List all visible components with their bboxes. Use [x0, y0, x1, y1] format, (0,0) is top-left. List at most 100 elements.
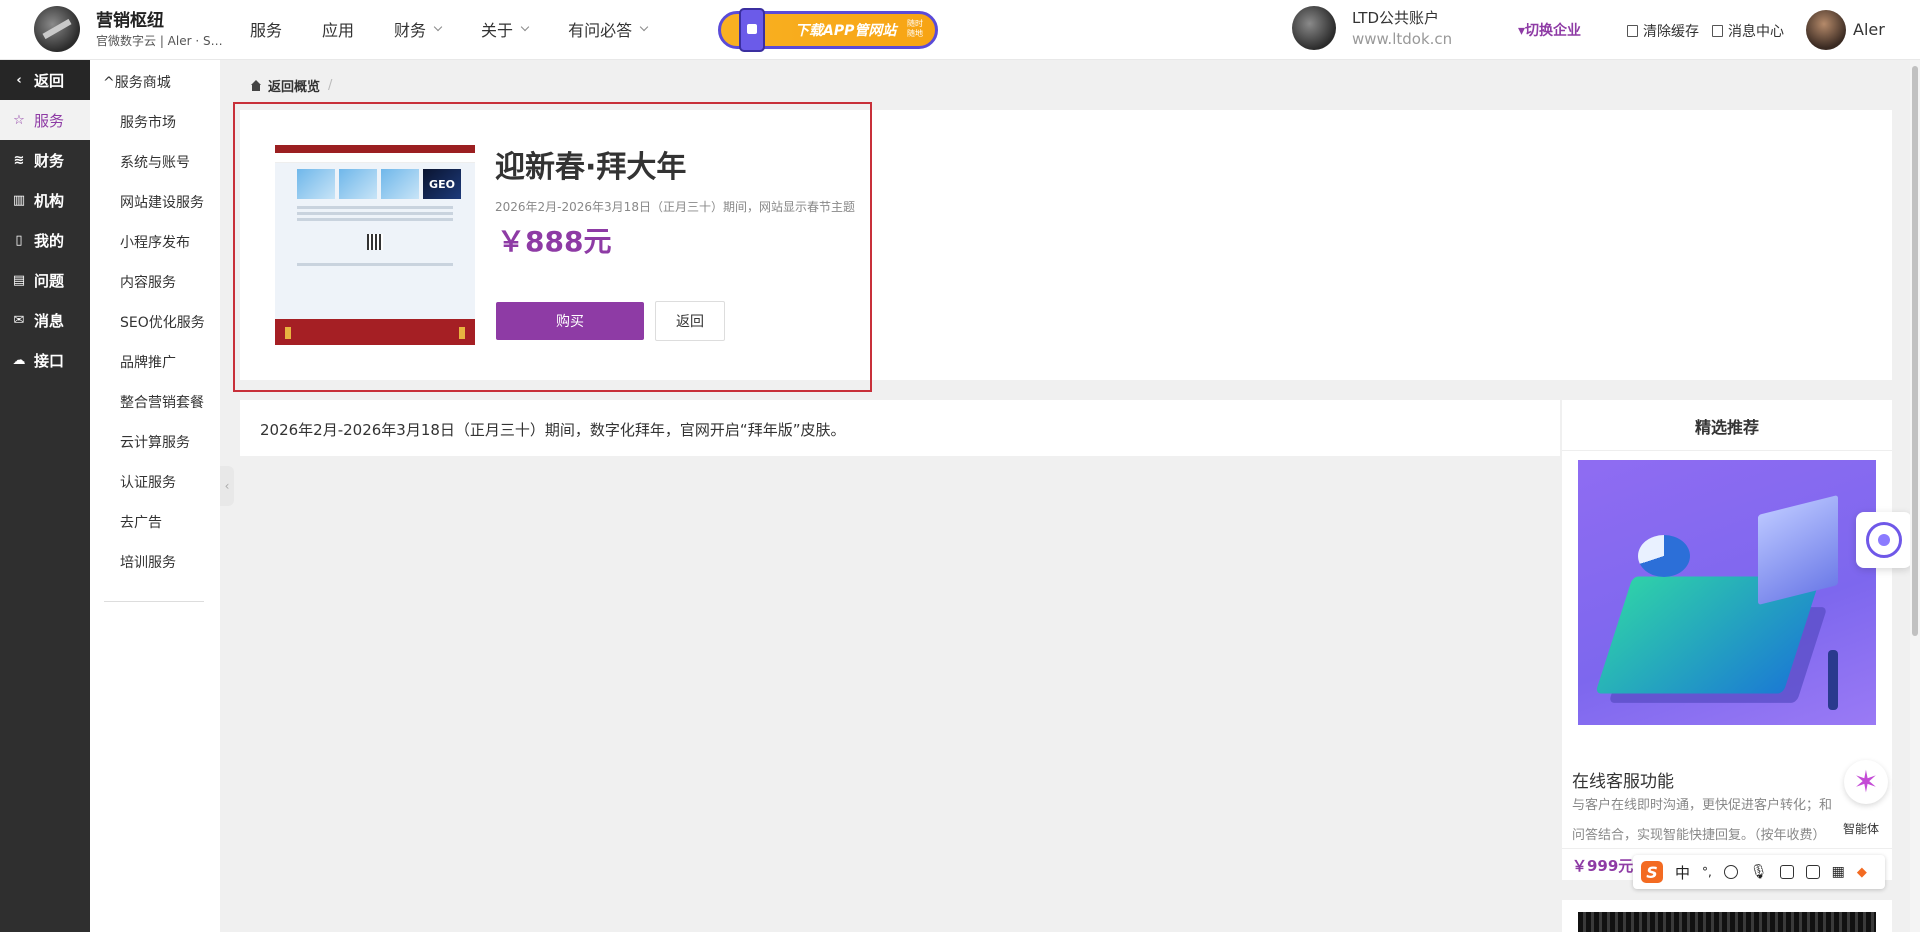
recommend-next-image[interactable] — [1578, 912, 1876, 932]
sidebar-item-api[interactable]: ☁ 接口 — [0, 340, 90, 380]
sub-item-training[interactable]: 培训服务 — [120, 552, 176, 572]
breadcrumb-home-link[interactable]: 返回概览 — [268, 76, 320, 95]
account-url[interactable]: www.ltdok.cn — [1352, 30, 1452, 48]
product-thumbnail: GEO — [275, 145, 475, 345]
nav-label: 关于 — [481, 21, 514, 40]
chevron-down-icon — [433, 22, 443, 32]
top-header: 营销枢纽 官微数字云 | Aler · Se... 服务 应用 财务 关于 有问… — [0, 0, 1920, 60]
sidebar-back-button[interactable]: ‹ 返回 — [0, 60, 90, 100]
mail-icon — [1712, 25, 1723, 37]
shirt-icon[interactable] — [1805, 865, 1820, 879]
sub-item-market[interactable]: 服务市场 — [120, 112, 176, 132]
nav-item-about[interactable]: 关于 — [481, 17, 530, 41]
recommend-item-price: ￥999元 — [1572, 857, 1634, 875]
recommend-item-name[interactable]: 在线客服功能 — [1572, 767, 1674, 792]
nav-label: 服务 — [250, 21, 283, 40]
mascot-icon[interactable]: ◆ — [1857, 865, 1867, 880]
sub-item-website-build[interactable]: 网站建设服务 — [120, 192, 204, 212]
breadcrumb-separator: / — [328, 78, 333, 93]
account-avatar[interactable] — [1292, 6, 1336, 50]
lantern-icon — [285, 327, 291, 339]
nav-item-finance[interactable]: 财务 — [394, 17, 443, 41]
ime-punctuation-toggle[interactable]: °, — [1702, 865, 1712, 879]
ai-agent-button[interactable]: ✶ — [1844, 760, 1888, 804]
clear-cache-label: 清除缓存 — [1643, 24, 1699, 40]
microphone-icon[interactable]: 🎙 — [1750, 864, 1768, 880]
ime-toolbar: S 中 °, 🎙 ▦ ◆ — [1633, 855, 1885, 889]
message-center-link[interactable]: 消息中心 — [1712, 21, 1784, 41]
user-name[interactable]: Aler — [1853, 20, 1885, 39]
user-avatar[interactable] — [1806, 10, 1846, 50]
brand-title: 营销枢纽 — [96, 11, 164, 31]
sidebar-item-questions[interactable]: ▤ 问题 — [0, 260, 90, 300]
grid-icon[interactable]: ▦ — [1832, 864, 1845, 880]
cloud-icon: ☁ — [12, 352, 26, 368]
product-price: ￥888元 — [497, 225, 612, 258]
page-scrollbar-thumb[interactable] — [1912, 66, 1918, 636]
product-title: 迎新春·拜大年 — [495, 150, 687, 185]
sidebar-item-service[interactable]: ☆ 服务 — [0, 100, 90, 140]
sub-item-cloud[interactable]: 云计算服务 — [120, 432, 190, 452]
illustration-screen — [1758, 495, 1838, 605]
sidebar-item-label: 问题 — [34, 271, 65, 290]
building-icon: ▥ — [12, 192, 26, 208]
emoji-icon[interactable] — [1723, 865, 1738, 879]
nav-label: 应用 — [322, 21, 355, 40]
sub-item-certification[interactable]: 认证服务 — [120, 472, 176, 492]
recommend-next-item — [1562, 900, 1892, 932]
sidebar-item-org[interactable]: ▥ 机构 — [0, 180, 90, 220]
sub-item-brand[interactable]: 品牌推广 — [120, 352, 176, 372]
back-button[interactable]: 返回 — [655, 301, 725, 341]
sparkle-icon: ✶ — [1853, 764, 1879, 800]
clear-cache-link[interactable]: 清除缓存 — [1627, 21, 1699, 41]
nav-item-service[interactable]: 服务 — [250, 17, 282, 41]
sub-sidebar-heading[interactable]: ^服务商城 — [103, 72, 171, 92]
switch-enterprise-link[interactable]: ▾切换企业 — [1518, 20, 1581, 40]
nav-item-faq[interactable]: 有问必答 — [568, 17, 649, 41]
nav-label: 有问必答 — [568, 21, 633, 40]
sidebar-collapse-toggle[interactable]: ‹ — [220, 466, 234, 506]
ai-agent-label: 智能体 — [1843, 822, 1880, 836]
sidebar-item-label: 我的 — [34, 231, 65, 250]
recommend-panel: 精选推荐 在线客服功能 与客户在线即时沟通，更快促进客户转化；和 问答结合，实现… — [1562, 400, 1892, 880]
nav-label: 财务 — [394, 21, 427, 40]
sidebar-item-messages[interactable]: ✉ 消息 — [0, 300, 90, 340]
headset-icon — [1866, 522, 1902, 558]
brand-logo[interactable] — [34, 6, 80, 52]
sub-item-marketing-pack[interactable]: 整合营销套餐 — [120, 392, 204, 412]
buy-button[interactable]: 购买 — [496, 302, 644, 340]
sidebar-item-mine[interactable]: ▯ 我的 — [0, 220, 90, 260]
download-app-banner[interactable]: 下载APP管网站 随时随地 — [718, 8, 938, 52]
sidebar-item-label: 财务 — [34, 151, 65, 170]
main-sidebar: ‹ 返回 ☆ 服务 ≋ 财务 ▥ 机构 ▯ 我的 ▤ 问题 ✉ 消息 ☁ 接口 — [0, 60, 90, 932]
recommend-item-summary: 问答结合，实现智能快捷回复。（按年收费） — [1572, 828, 1826, 843]
nav-item-apps[interactable]: 应用 — [322, 17, 354, 41]
lantern-icon — [459, 327, 465, 339]
thumbnail-tile — [297, 169, 335, 199]
chevron-up-icon: ^ — [103, 75, 115, 91]
message-center-label: 消息中心 — [1728, 24, 1784, 40]
sogou-logo-icon[interactable]: S — [1641, 861, 1663, 883]
sub-item-content[interactable]: 内容服务 — [120, 272, 176, 292]
keyboard-icon[interactable] — [1779, 865, 1794, 879]
sidebar-item-label: 返回 — [34, 71, 65, 90]
detail-text: 2026年2月-2026年3月18日（正月三十）期间，数字化拜年，官网开启“拜年… — [260, 421, 846, 439]
chevron-down-icon — [639, 22, 649, 32]
sidebar-item-finance[interactable]: ≋ 财务 — [0, 140, 90, 180]
thumbnail-footer — [275, 319, 475, 345]
brand-subtitle: 官微数字云 | Aler · Se... — [96, 34, 226, 48]
sub-item-miniprogram[interactable]: 小程序发布 — [120, 232, 190, 252]
ime-chinese-toggle[interactable]: 中 — [1675, 862, 1690, 883]
chevron-left-icon: ‹ — [224, 479, 230, 493]
sub-item-remove-ads[interactable]: 去广告 — [120, 512, 162, 532]
mail-icon: ✉ — [13, 312, 25, 328]
bookmark-icon: ▯ — [15, 232, 23, 248]
sub-item-seo[interactable]: SEO优化服务 — [120, 312, 205, 332]
illustration-person — [1828, 650, 1838, 710]
customer-service-button[interactable] — [1856, 512, 1912, 568]
thumbnail-topbar — [275, 145, 475, 153]
sub-item-system-account[interactable]: 系统与账号 — [120, 152, 190, 172]
sub-sidebar-divider — [104, 601, 204, 602]
account-name: LTD公共账户 — [1352, 9, 1440, 27]
recommend-item-image[interactable] — [1578, 460, 1876, 725]
